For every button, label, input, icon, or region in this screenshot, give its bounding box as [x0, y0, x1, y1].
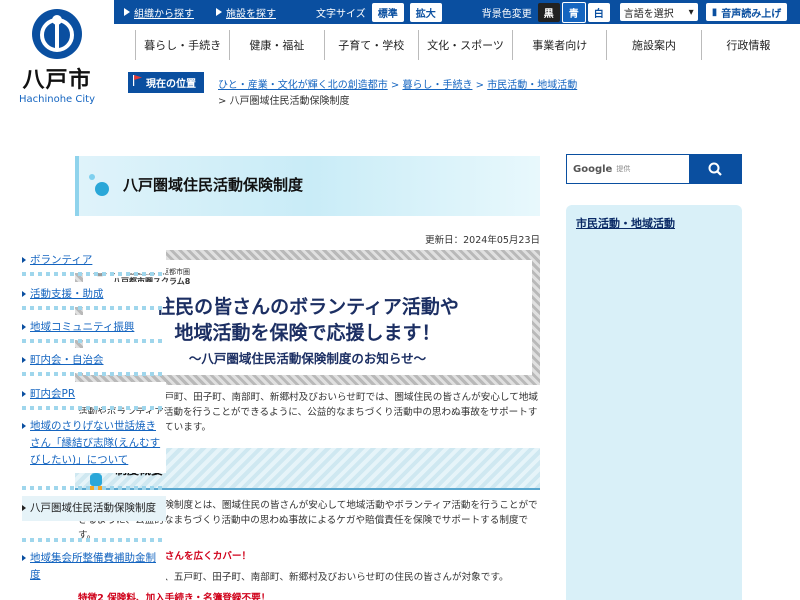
nav-item-culture[interactable]: 文化・スポーツ: [417, 30, 512, 60]
triangle-right-icon: [22, 357, 26, 363]
triangle-right-icon: [22, 324, 26, 330]
sidebar-item-label: 町内会PR: [30, 388, 76, 400]
nav-item-health[interactable]: 健康・福祉: [229, 30, 323, 60]
bg-blue-button[interactable]: 青: [561, 1, 586, 23]
breadcrumb-badge: 現在の位置: [128, 72, 204, 93]
bg-black-button[interactable]: 黒: [537, 2, 560, 22]
triangle-right-icon: [124, 8, 130, 16]
breadcrumb-item-top[interactable]: ひと・産業・文化が輝く北の創造都市: [218, 80, 388, 91]
site-search: Google 提供: [566, 154, 742, 184]
breadcrumb-item-living[interactable]: 暮らし・手続き: [402, 80, 472, 91]
nav-item-facilities[interactable]: 施設案内: [606, 30, 700, 60]
search-button[interactable]: [689, 155, 741, 183]
triangle-right-icon: [22, 257, 26, 263]
global-nav: 暮らし・手続き 健康・福祉 子育て・学校 文化・スポーツ 事業者向け 施設案内 …: [135, 30, 795, 60]
sidebar-item-label: 町内会・自治会: [30, 354, 104, 366]
triangle-right-icon: [22, 505, 26, 511]
nav-item-childcare[interactable]: 子育て・学校: [323, 30, 418, 60]
triangle-right-icon: [22, 391, 26, 397]
search-by-facility-label: 施設を探す: [226, 8, 276, 20]
triangle-right-icon: [22, 423, 26, 429]
font-size-label: 文字サイズ: [316, 8, 366, 20]
nav-item-government[interactable]: 行政情報: [700, 30, 795, 60]
sidebar-item-neighborhood[interactable]: 町内会・自治会: [22, 348, 166, 373]
dot-decoration: [95, 182, 109, 196]
city-name: 八戸市: [22, 68, 92, 93]
sidebar-item-neighborhood-pr[interactable]: 町内会PR: [22, 382, 166, 407]
nav-item-living[interactable]: 暮らし・手続き: [135, 30, 229, 60]
nav-item-business[interactable]: 事業者向け: [512, 30, 606, 60]
bg-color-label: 背景色変更: [481, 8, 532, 20]
sidebar-item-label: 活動支援・助成: [30, 288, 104, 300]
breadcrumb-badge-label: 現在の位置: [146, 79, 196, 90]
breadcrumb-current-row: > 八戸圏域住民活動保険制度: [218, 92, 350, 107]
sidebar-item-label: 地域集会所整備費補助金制度: [30, 552, 156, 581]
sidebar-item-label: 地域コミュニティ振興: [30, 321, 135, 333]
breadcrumb-links: ひと・産業・文化が輝く北の創造都市 > 暮らし・手続き > 市民活動・地域活動: [218, 76, 577, 91]
breadcrumb-current: 八戸圏域住民活動保険制度: [229, 96, 350, 107]
city-logo[interactable]: 八戸市 Hachinohe City: [0, 0, 114, 118]
sidebar-item-meeting-hall[interactable]: 地域集会所整備費補助金制度: [22, 546, 166, 588]
sidebar-item-community[interactable]: 地域コミュニティ振興: [22, 315, 166, 340]
bg-white-button[interactable]: 白: [587, 2, 610, 22]
search-by-org-link[interactable]: 組織から探す: [124, 5, 194, 20]
font-large-button[interactable]: 拡大: [409, 2, 442, 22]
breadcrumb-item-civic[interactable]: 市民活動・地域活動: [487, 80, 577, 91]
updated-date: 更新日：2024年05月23日: [425, 235, 540, 246]
flag-icon: [133, 75, 142, 86]
page-root: 八戸市 Hachinohe City 組織から探す 施設を探す 文字サイズ 標準…: [0, 0, 800, 600]
google-label: Google: [573, 163, 613, 175]
voice-read-label: 音声読み上げ: [721, 8, 782, 20]
breadcrumb-separator: >: [218, 96, 230, 107]
page-title: 八戸圏域住民活動保険制度: [123, 176, 304, 194]
search-icon: [708, 162, 722, 176]
voice-read-button[interactable]: ▮ 音声読み上げ: [705, 3, 788, 21]
dot-decoration: [89, 174, 95, 180]
utility-bar: 組織から探す 施設を探す 文字サイズ 標準 拡大 背景色変更 黒 青 白 言語を…: [114, 0, 800, 24]
divider: [22, 272, 166, 276]
search-by-org-label: 組織から探す: [134, 8, 194, 20]
feature2-title: 特徴2 保険料、加入手続き・名簿登録不要！: [78, 593, 271, 600]
font-standard-button[interactable]: 標準: [371, 2, 404, 22]
breadcrumb-separator: >: [390, 80, 403, 91]
search-by-facility-link[interactable]: 施設を探す: [216, 5, 276, 20]
triangle-right-icon: [22, 291, 26, 297]
language-select[interactable]: 言語を選択 ▾: [619, 3, 698, 21]
sidebar-item-label: ボランティア: [30, 254, 93, 266]
divider: [22, 486, 166, 490]
breadcrumb-separator: >: [475, 80, 488, 91]
sidebar-item-enmusubi[interactable]: 地域のさりげない世話焼きさん「縁結び志隊(えんむすびしたい)」について: [22, 414, 166, 473]
chevron-down-icon: ▾: [688, 6, 694, 18]
language-select-label: 言語を選択: [623, 8, 674, 20]
triangle-right-icon: [22, 555, 26, 561]
divider: [22, 339, 166, 343]
city-name-en: Hachinohe City: [19, 94, 95, 105]
divider: [22, 538, 166, 542]
divider: [22, 306, 166, 310]
sidebar-item-support[interactable]: 活動支援・助成: [22, 282, 166, 307]
sidebar-item-insurance[interactable]: 八戸圏域住民活動保険制度: [22, 496, 166, 521]
speaker-icon: ▮: [711, 6, 718, 18]
sidebar: 市民活動・地域活動: [566, 205, 742, 600]
provided-label: 提供: [616, 165, 631, 173]
sidebar-item-volunteer[interactable]: ボランティア: [22, 248, 166, 273]
sidebar-title[interactable]: 市民活動・地域活動: [576, 215, 675, 231]
divider: [22, 406, 166, 410]
sidebar-item-label: 地域のさりげない世話焼きさん「縁結び志隊(えんむすびしたい)」について: [30, 420, 161, 466]
triangle-right-icon: [216, 8, 222, 16]
sidebar-item-label: 八戸圏域住民活動保険制度: [30, 502, 156, 514]
city-emblem-icon: [32, 9, 82, 59]
divider: [22, 372, 166, 376]
search-input[interactable]: Google 提供: [567, 155, 689, 183]
page-title-box: 八戸圏域住民活動保険制度: [75, 156, 540, 216]
